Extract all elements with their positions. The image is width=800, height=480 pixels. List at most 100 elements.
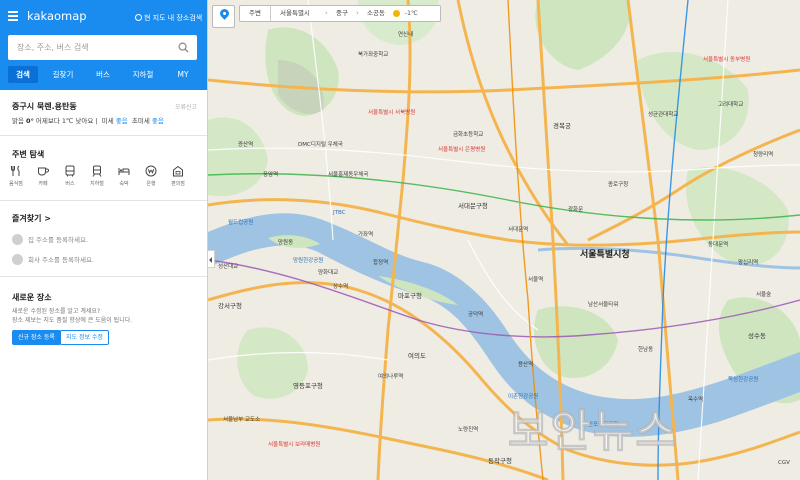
breadcrumb-separator-icon: › <box>325 9 328 17</box>
won-coin-icon <box>145 165 157 177</box>
map-label: 서울특별시 보라매병원 <box>268 442 321 448</box>
search-input[interactable] <box>8 35 178 60</box>
building-icon <box>12 254 23 265</box>
new-place-description: 장소 제보는 지도 품질 향상에 큰 도움이 됩니다. <box>12 317 133 324</box>
store-icon <box>173 165 183 177</box>
category-lodging[interactable]: 숙박 <box>113 165 135 187</box>
weather-summary: 맑음 0° 어제보다 1℃ 낮아요 | 미세 좋음 초미세 좋음 <box>12 117 164 125</box>
bed-icon <box>118 168 130 175</box>
map-label: 금화초등학교 <box>453 132 484 138</box>
edit-map-info-button[interactable]: 지도 정보 수정 <box>60 330 109 345</box>
category-convenience-store[interactable]: 편의점 <box>167 165 189 187</box>
category-restaurant[interactable]: 음식점 <box>5 165 27 187</box>
search-this-area-button[interactable]: 현 지도 내 장소검색 <box>135 13 202 23</box>
watermark: 보안뉴스 <box>508 406 678 458</box>
tab-my[interactable]: MY <box>170 66 196 83</box>
map-label: JTBC <box>333 210 346 216</box>
category-label: 카페 <box>38 181 48 187</box>
menu-icon[interactable] <box>8 11 18 21</box>
coffee-cup-icon <box>38 167 49 176</box>
around-button[interactable]: 주변 <box>240 6 271 21</box>
category-bank[interactable]: 은행 <box>140 165 162 187</box>
map-label-city-hall: 서울특별시청 <box>580 250 630 260</box>
map-label: 서울홍제동우체국 <box>328 172 369 178</box>
around-title: 주변 탐색 <box>12 150 45 159</box>
tab-subway[interactable]: 지하철 <box>127 66 159 83</box>
sun-icon <box>393 10 400 17</box>
map-label: 고려대학교 <box>718 102 744 108</box>
new-place-description: 새로운 수정된 장소를 알고 계세요? <box>12 308 101 315</box>
logo[interactable]: kakaomap <box>27 9 87 23</box>
map-label: 뚝섬한강공원 <box>728 377 759 383</box>
map-label: 종로구청 <box>608 182 629 188</box>
register-place-button[interactable]: 신규 장소 등록 <box>12 330 61 345</box>
map-label: 서대문구청 <box>458 202 488 210</box>
map-label: DMC디지털 우체국 <box>298 142 343 148</box>
map-label: 월드컵공원 <box>228 220 254 226</box>
favorite-office[interactable]: 회사 주소를 등록하세요. <box>12 254 94 265</box>
map-label: 노량진역 <box>458 427 479 433</box>
category-bus[interactable]: 버스 <box>59 165 81 187</box>
map-label: 성산대교 <box>218 264 239 270</box>
map-label: 서울숲 <box>756 292 772 298</box>
map-label: 서울특별시 서북병원 <box>368 110 416 116</box>
map-label: 왕십리역 <box>738 260 759 266</box>
sidebar-header: kakaomap 현 지도 내 장소검색 검색 길찾기 버스 지하철 MY <box>0 0 207 90</box>
breadcrumb-district[interactable]: 중구 <box>336 6 348 21</box>
map-label: 서울남부 교도소 <box>223 417 261 423</box>
map-label: 망원한강공원 <box>293 258 324 264</box>
map-label: 성균관대학교 <box>648 112 679 118</box>
map-label: 응암역 <box>263 172 279 178</box>
map-label: 북가좌중학교 <box>358 52 389 58</box>
category-subway[interactable]: 지하철 <box>86 165 108 187</box>
map-label: 마포구청 <box>398 292 422 300</box>
report-error-link[interactable]: 오류신고 <box>175 102 197 111</box>
category-label: 편의점 <box>171 181 185 187</box>
tab-bar: 검색 길찾기 버스 지하철 MY <box>0 66 207 84</box>
sidebar: kakaomap 현 지도 내 장소검색 검색 길찾기 버스 지하철 MY 중구… <box>0 0 208 480</box>
favorite-home-label: 집 주소를 등록하세요. <box>28 236 89 244</box>
map-label: 여의나루역 <box>378 374 404 380</box>
map-label: 망원동 <box>278 240 294 246</box>
favorite-office-label: 회사 주소를 등록하세요. <box>28 256 94 264</box>
category-cafe[interactable]: 카페 <box>32 165 54 187</box>
favorites-title[interactable]: 즐겨찾기 > <box>12 213 51 224</box>
map-label: 한남동 <box>638 347 654 353</box>
tab-bus[interactable]: 버스 <box>90 66 116 83</box>
divider <box>0 200 207 201</box>
fine-dust-value: 좋음 <box>115 117 128 125</box>
map-label: 옥수역 <box>688 397 704 403</box>
bus-icon <box>65 165 75 177</box>
map-label: 연신내 <box>398 32 414 38</box>
map-label: 서울특별시 동부병원 <box>703 57 751 63</box>
map-label: 서대문역 <box>508 227 529 233</box>
map-label: 성수동 <box>748 332 766 340</box>
map-label: 용산역 <box>518 362 534 368</box>
fine-dust-label: 미세 <box>101 117 114 125</box>
map-canvas[interactable]: 주변 서울특별시 › 중구 › 소공동 -1℃ 북가좌중학교 연신내 서울특별시… <box>208 0 800 480</box>
breadcrumb-separator-icon: › <box>356 9 359 17</box>
category-label: 버스 <box>65 181 75 187</box>
search-this-area-label: 현 지도 내 장소검색 <box>144 14 203 22</box>
target-icon <box>135 14 142 21</box>
search-icon[interactable] <box>178 42 189 53</box>
breadcrumb-dong[interactable]: 소공동 <box>367 6 385 21</box>
current-location-button[interactable] <box>212 5 235 28</box>
favorite-home[interactable]: 집 주소를 등록하세요. <box>12 234 88 245</box>
collapse-sidebar-button[interactable] <box>208 250 215 268</box>
map-label: 합정역 <box>373 260 389 266</box>
map-label: 증산역 <box>238 142 254 148</box>
divider <box>0 276 207 277</box>
category-label: 은행 <box>146 181 156 187</box>
tab-directions[interactable]: 길찾기 <box>48 66 78 83</box>
map-label: 가좌역 <box>358 232 374 238</box>
map-label: CGV <box>778 460 790 466</box>
breadcrumb-city[interactable]: 서울특별시 <box>280 6 310 21</box>
subway-icon <box>92 165 102 177</box>
region-breadcrumb: 주변 서울특별시 › 중구 › 소공동 -1℃ <box>239 5 441 22</box>
home-icon <box>12 234 23 245</box>
category-label: 숙박 <box>119 181 129 187</box>
map-label: 양화대교 <box>318 270 339 276</box>
tab-search[interactable]: 검색 <box>8 66 38 83</box>
map-label: 공덕역 <box>468 312 484 318</box>
